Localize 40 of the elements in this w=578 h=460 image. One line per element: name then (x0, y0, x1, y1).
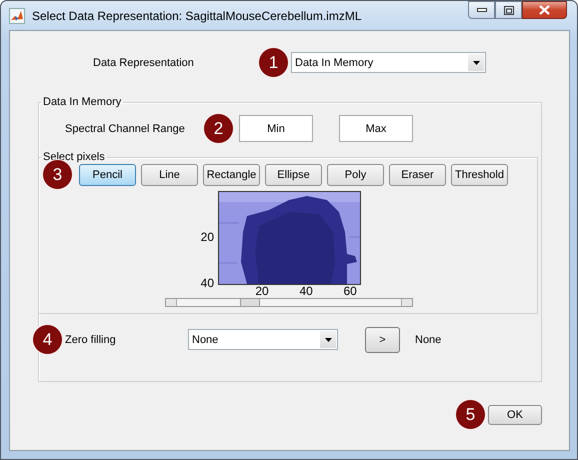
close-icon (539, 5, 550, 15)
zero-filling-dropdown[interactable]: None (188, 329, 338, 350)
minimize-icon (476, 8, 486, 12)
representation-dropdown[interactable]: Data In Memory (291, 52, 486, 73)
caret-icon (324, 338, 332, 342)
axis-tick-label: 20 (200, 230, 214, 244)
result-text: None (415, 334, 442, 346)
horizontal-scrollbar[interactable] (165, 298, 413, 307)
tool-button[interactable]: Ellipse (265, 164, 322, 186)
callout-marker: 3 (43, 160, 72, 189)
axis-tick-label: 20 (255, 285, 269, 298)
app-icon (9, 8, 25, 24)
callout-marker: 2 (204, 114, 233, 143)
group-title: Select pixels (42, 151, 106, 163)
max-field[interactable]: Max (339, 115, 413, 142)
apply-button[interactable]: > (365, 326, 400, 352)
tool-button[interactable]: Rectangle (203, 164, 260, 186)
window-title: Select Data Representation: SagittalMouseCerebellum.imzML (32, 8, 362, 22)
caret-icon (472, 60, 480, 64)
tool-button[interactable]: Eraser (389, 164, 446, 186)
tool-button[interactable]: Threshold (451, 164, 508, 186)
maximize-button[interactable] (495, 1, 522, 19)
callout-marker: 5 (456, 400, 485, 429)
axis-tick-label: 60 (344, 285, 357, 298)
tool-button[interactable]: Poly (327, 164, 384, 186)
axis-tick-label: 40 (200, 276, 214, 290)
axis-tick-label: 40 (299, 285, 313, 298)
tool-button[interactable]: Pencil (79, 164, 136, 186)
ok-button[interactable]: OK (488, 404, 542, 424)
tool-button[interactable]: Line (141, 164, 198, 186)
field-label: Zero filling (65, 334, 117, 346)
field-label: Spectral Channel Range (65, 122, 186, 134)
minimize-button[interactable] (468, 1, 495, 19)
callout-marker: 1 (259, 48, 288, 77)
callout-marker: 4 (33, 325, 62, 354)
group-title: Data In Memory (42, 96, 122, 108)
min-field[interactable]: Min (239, 115, 313, 142)
close-button[interactable] (522, 1, 567, 19)
maximize-icon (504, 6, 514, 14)
field-label: Data Representation (93, 56, 195, 68)
